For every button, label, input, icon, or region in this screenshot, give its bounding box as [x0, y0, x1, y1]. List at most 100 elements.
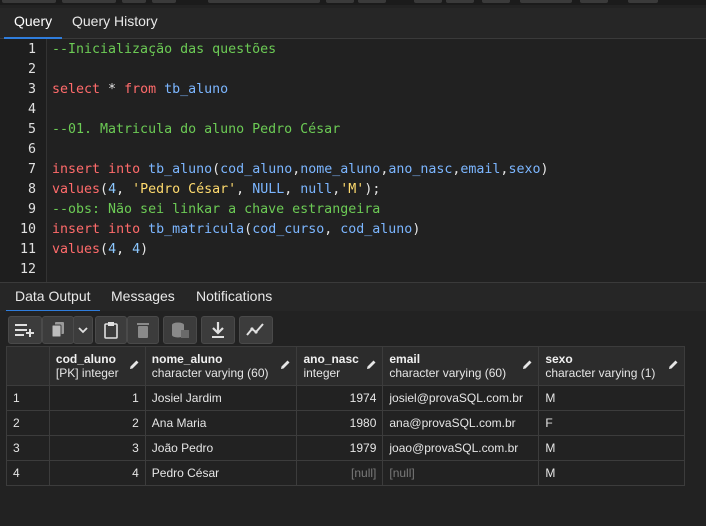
table-cell[interactable]: [null] — [382, 460, 540, 486]
code-token: ( — [244, 222, 253, 237]
paste-button[interactable] — [95, 316, 127, 344]
column-type: [PK] integer — [55, 365, 119, 380]
row-number-header — [6, 346, 50, 386]
table-cell[interactable]: M — [538, 460, 685, 486]
table-cell[interactable]: Pedro César — [144, 460, 298, 486]
code-line[interactable]: insert into tb_matricula(cod_curso, cod_… — [52, 222, 420, 237]
tab-query-history[interactable]: Query History — [62, 8, 168, 37]
table-cell[interactable]: 1 — [48, 385, 146, 411]
code-token: --01. Matricula do aluno Pedro César — [52, 122, 341, 137]
toolbar-button[interactable] — [326, 0, 354, 3]
toolbar-button[interactable] — [62, 0, 116, 3]
row-number[interactable]: 3 — [6, 435, 50, 461]
toolbar-button[interactable] — [2, 0, 56, 3]
add-row-button[interactable] — [8, 316, 42, 344]
table-cell[interactable]: F — [538, 410, 685, 436]
table-cell[interactable]: 4 — [48, 460, 146, 486]
save-data-icon — [172, 322, 189, 338]
code-token: into — [108, 222, 141, 237]
table-cell[interactable]: 3 — [48, 435, 146, 461]
graph-visualiser-button[interactable] — [239, 316, 273, 344]
code-line[interactable]: --obs: Não sei linkar a chave estrangeir… — [52, 202, 380, 217]
code-token: null — [300, 182, 333, 197]
tab-notifications[interactable]: Notifications — [187, 283, 281, 310]
copy-button[interactable] — [42, 316, 74, 344]
code-token: tb_aluno — [140, 162, 213, 177]
tab-data-output[interactable]: Data Output — [6, 283, 100, 312]
toolbar-button[interactable] — [122, 0, 146, 3]
code-token: ( — [100, 242, 109, 257]
code-line[interactable]: values(4, 'Pedro César', NULL, null,'M')… — [52, 182, 380, 197]
table-cell[interactable]: joao@provaSQL.com.br — [382, 435, 540, 461]
paste-icon — [104, 322, 118, 339]
column-header-email[interactable]: email character varying (60) — [382, 346, 540, 386]
line-number: 9 — [27, 202, 36, 217]
code-token: ano_nasc — [388, 162, 453, 177]
pencil-icon[interactable] — [128, 359, 140, 371]
column-header-cod-aluno[interactable]: cod_aluno [PK] integer — [48, 346, 146, 386]
code-token: 4 — [108, 242, 117, 257]
save-data-button[interactable] — [163, 316, 197, 344]
toolbar-button[interactable] — [520, 0, 572, 3]
pencil-icon[interactable] — [667, 359, 679, 371]
code-token: cod_aluno — [220, 162, 293, 177]
download-button[interactable] — [201, 316, 235, 344]
table-cell[interactable]: 1974 — [296, 385, 384, 411]
pencil-icon[interactable] — [365, 359, 377, 371]
code-token: ) — [540, 162, 549, 177]
code-token: email — [460, 162, 501, 177]
code-line[interactable]: --01. Matricula do aluno Pedro César — [52, 122, 340, 137]
table-cell[interactable]: M — [538, 385, 685, 411]
tab-query[interactable]: Query — [4, 8, 63, 39]
row-number[interactable]: 4 — [6, 460, 50, 486]
column-header-nome-aluno[interactable]: nome_aluno character varying (60) — [144, 346, 298, 386]
toolbar-button[interactable] — [414, 0, 442, 3]
column-name: cod_aluno — [55, 351, 116, 366]
add-row-icon — [15, 324, 34, 337]
table-row[interactable]: 4 4 Pedro César [null] [null] M — [6, 460, 685, 486]
delete-button[interactable] — [127, 316, 159, 344]
line-number: 5 — [27, 122, 36, 137]
table-cell[interactable]: [null] — [296, 460, 384, 486]
table-row[interactable]: 3 3 João Pedro 1979 joao@provaSQL.com.br M — [6, 435, 685, 461]
line-number: 7 — [27, 162, 36, 177]
toolbar-button[interactable] — [446, 0, 474, 3]
table-row[interactable]: 1 1 Josiel Jardim 1974 josiel@provaSQL.com.b… — [6, 385, 685, 411]
toolbar-button[interactable] — [152, 0, 176, 3]
code-token: * — [100, 82, 125, 97]
pencil-icon[interactable] — [279, 359, 291, 371]
table-row[interactable]: 2 2 Ana Maria 1980 ana@provaSQL.com.br F — [6, 410, 685, 436]
table-cell[interactable]: Ana Maria — [144, 410, 298, 436]
chevron-down-icon — [78, 327, 88, 334]
row-number[interactable]: 2 — [6, 410, 50, 436]
table-cell[interactable]: João Pedro — [144, 435, 298, 461]
sql-editor[interactable]: 1 2 3 4 5 6 7 8 9 10 11 12 --Inicialização das ques… — [0, 39, 706, 282]
code-line[interactable]: insert into tb_aluno(cod_aluno,nome_alun… — [52, 162, 548, 177]
column-header-ano-nasc[interactable]: ano_nasc integer — [296, 346, 384, 386]
output-tabs: Data Output Messages Notifications — [0, 282, 706, 312]
code-line[interactable]: select * from tb_aluno — [52, 82, 228, 97]
table-cell[interactable]: 2 — [48, 410, 146, 436]
column-header-sexo[interactable]: sexo character varying (1) — [538, 346, 685, 386]
table-cell[interactable]: 1980 — [296, 410, 384, 436]
code-line[interactable]: --Inicialização das questões — [52, 42, 276, 57]
toolbar-button[interactable] — [628, 0, 658, 3]
row-number[interactable]: 1 — [6, 385, 50, 411]
table-cell[interactable]: M — [538, 435, 685, 461]
table-cell[interactable]: 1979 — [296, 435, 384, 461]
toolbar-button[interactable] — [580, 0, 608, 3]
pencil-icon[interactable] — [521, 359, 533, 371]
toolbar-button[interactable] — [358, 0, 386, 3]
tab-messages[interactable]: Messages — [102, 283, 184, 310]
column-type: character varying (1) — [545, 365, 656, 380]
connection-select[interactable] — [208, 0, 320, 3]
table-cell[interactable]: ana@provaSQL.com.br — [382, 410, 540, 436]
table-cell[interactable]: Josiel Jardim — [144, 385, 298, 411]
code-token: ( — [100, 182, 109, 197]
copy-options-button[interactable] — [73, 316, 93, 344]
toolbar-button[interactable] — [482, 0, 510, 3]
code-line[interactable]: values(4, 4) — [52, 242, 148, 257]
code-token: 'M' — [340, 182, 365, 197]
table-cell[interactable]: josiel@provaSQL.com.br — [382, 385, 540, 411]
